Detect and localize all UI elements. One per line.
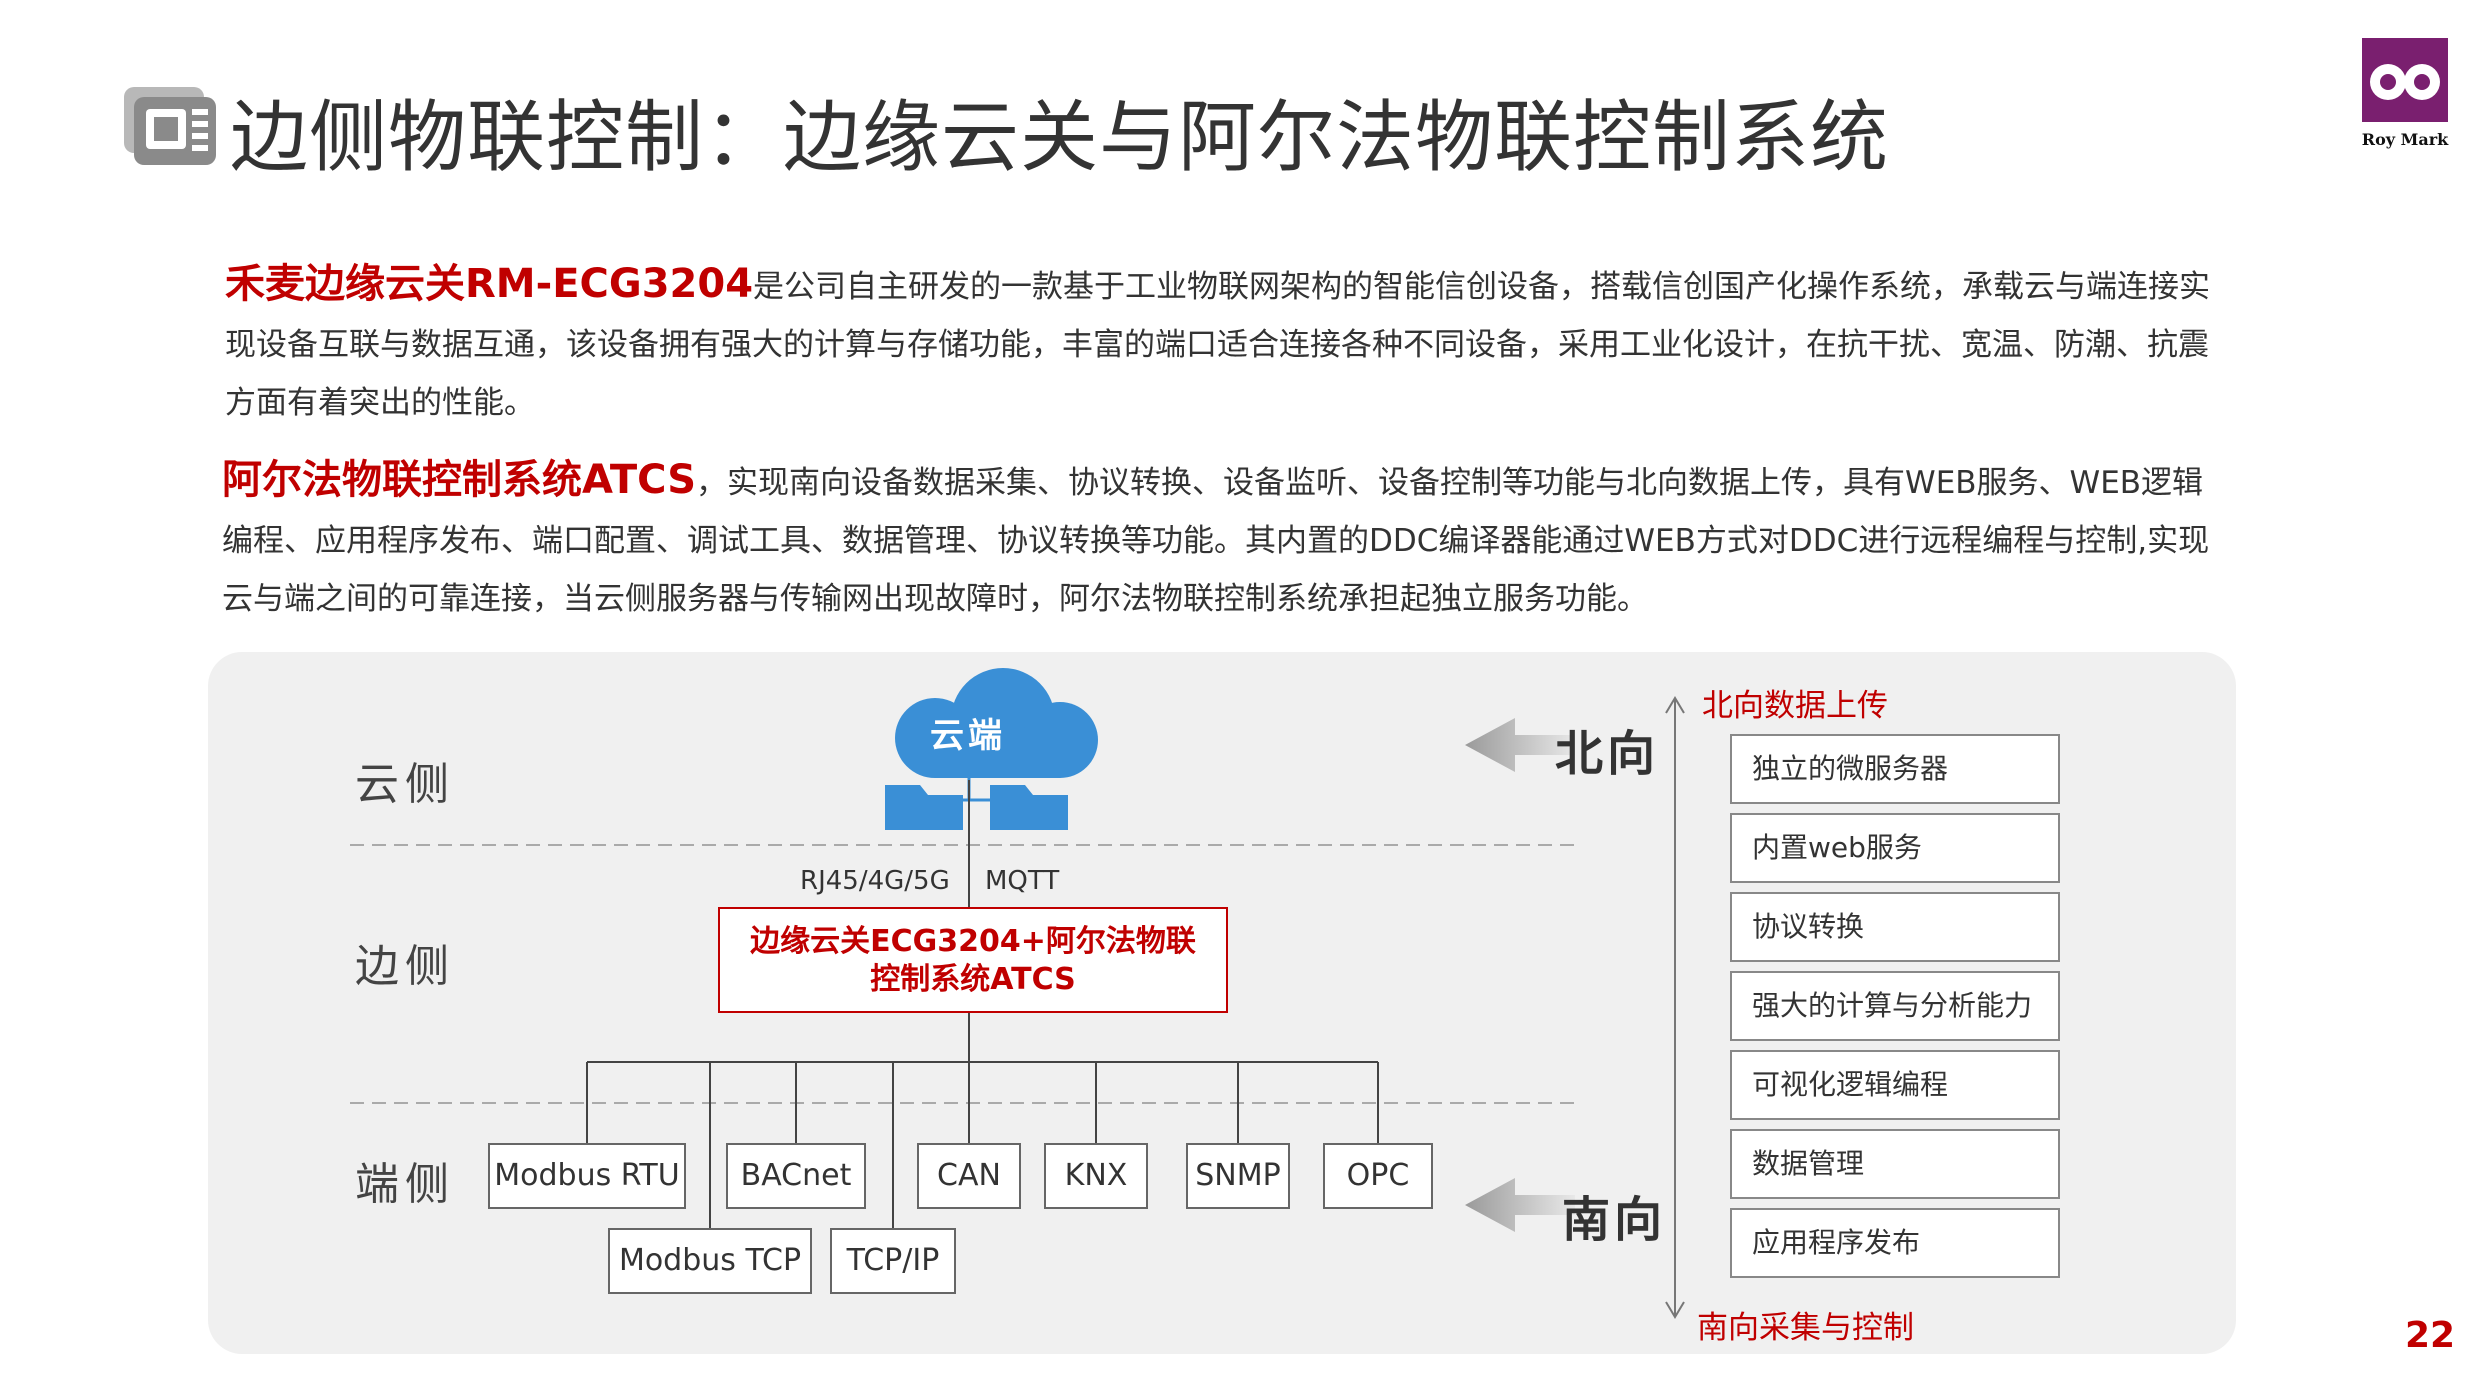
feature-item: 数据管理: [1730, 1129, 2060, 1199]
folder-icon-right: [990, 785, 1068, 830]
layer-label-cloud: 云侧: [355, 759, 455, 810]
gateway-line-1: 边缘云关ECG3204+阿尔法物联: [750, 924, 1196, 959]
protocol-box: SNMP: [1186, 1143, 1290, 1209]
protocol-box: OPC: [1323, 1143, 1433, 1209]
connection-physical-label: RJ45/4G/5G: [800, 866, 950, 896]
protocol-box: Modbus TCP: [608, 1228, 812, 1294]
protocol-box: CAN: [917, 1143, 1021, 1209]
cloud-label: 云端: [930, 716, 1006, 756]
protocol-box: KNX: [1044, 1143, 1148, 1209]
south-arrow-icon: [1465, 1178, 1575, 1232]
gateway-line-2: 控制系统ATCS: [870, 962, 1076, 997]
layer-label-edge: 边侧: [355, 941, 455, 992]
south-caption: 南向采集与控制: [1697, 1310, 1914, 1346]
feature-item: 协议转换: [1730, 892, 2060, 962]
feature-item: 内置web服务: [1730, 813, 2060, 883]
page-number: 22: [2405, 1315, 2456, 1356]
feature-item: 应用程序发布: [1730, 1208, 2060, 1278]
feature-item: 独立的微服务器: [1730, 734, 2060, 804]
protocol-box: TCP/IP: [830, 1228, 956, 1294]
north-caption: 北向数据上传: [1702, 688, 1888, 724]
protocol-box: Modbus RTU: [488, 1143, 686, 1209]
feature-item: 可视化逻辑编程: [1730, 1050, 2060, 1120]
folder-icon-left: [885, 785, 963, 830]
feature-item: 强大的计算与分析能力: [1730, 971, 2060, 1041]
protocol-box: BACnet: [726, 1143, 866, 1209]
south-label: 南向: [1562, 1192, 1667, 1248]
edge-gateway-box: 边缘云关ECG3204+阿尔法物联 控制系统ATCS: [718, 907, 1228, 1013]
connection-protocol-label: MQTT: [985, 866, 1060, 896]
layer-label-device: 端侧: [355, 1159, 455, 1210]
north-label: 北向: [1555, 726, 1660, 782]
